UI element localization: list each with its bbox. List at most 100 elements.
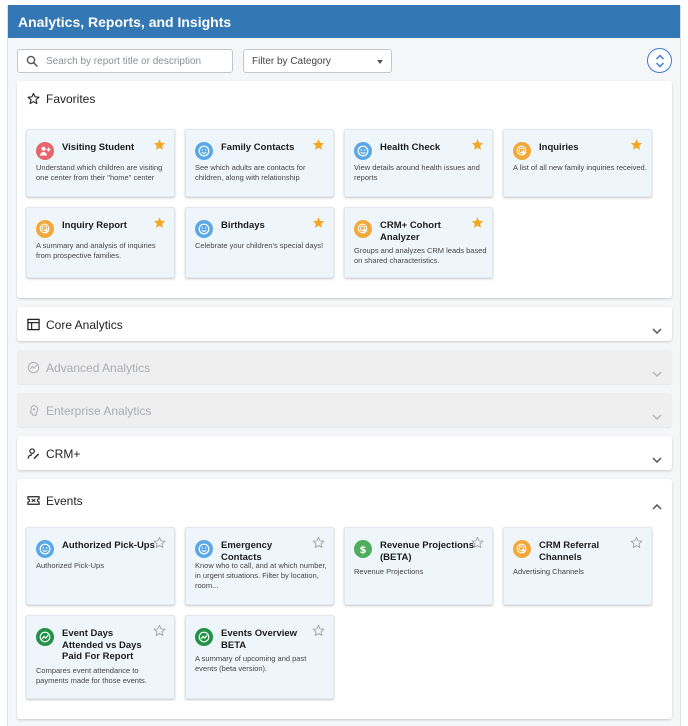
report-card-description: Understand which children are visiting o… <box>36 163 163 182</box>
smiley-icon <box>354 142 372 160</box>
smiley-icon <box>195 540 213 558</box>
report-card-description: Advertising Channels <box>513 567 584 576</box>
insights-icon <box>27 361 40 379</box>
smiley-icon <box>195 220 213 238</box>
pointer-icon <box>354 220 372 238</box>
report-card-events-overview-beta[interactable]: Events Overview BETA A summary of upcomin… <box>185 615 334 699</box>
category-filter-label: Filter by Category <box>252 56 331 67</box>
star-filled-icon[interactable] <box>153 138 166 156</box>
star-outline-icon[interactable] <box>153 536 166 554</box>
search-icon <box>26 54 38 72</box>
report-card-emergency-contacts[interactable]: Emergency Contacts Know who to call, and … <box>185 527 334 605</box>
events-title: Events <box>46 494 83 508</box>
star-filled-icon[interactable] <box>471 138 484 156</box>
star-filled-icon[interactable] <box>312 138 325 156</box>
chevron-up-icon[interactable] <box>652 497 662 515</box>
chevron-down-icon <box>652 407 662 425</box>
toolbar: Filter by Category <box>8 38 680 81</box>
star-filled-icon[interactable] <box>312 216 325 234</box>
crm-title: CRM+ <box>46 447 81 461</box>
svg-text:$: $ <box>360 545 367 555</box>
report-card-description: Groups and analyzes CRM leads based on s… <box>354 246 487 265</box>
advanced-analytics-title: Advanced Analytics <box>46 361 151 375</box>
report-card-title: Family Contacts <box>221 142 295 153</box>
star-outline-icon[interactable] <box>312 624 325 642</box>
table-icon <box>27 318 40 336</box>
enterprise-analytics-title: Enterprise Analytics <box>46 404 152 418</box>
search-input[interactable] <box>46 52 228 70</box>
report-card-title: CRM Referral Channels <box>539 540 600 563</box>
report-card-health-check[interactable]: Health Check View details around health i… <box>344 129 493 197</box>
report-card-description: View details around health issues and re… <box>354 163 480 182</box>
core-analytics-header[interactable]: Core Analytics <box>17 307 672 341</box>
core-analytics-panel[interactable]: Core Analytics <box>17 307 672 341</box>
person-edit-icon <box>27 447 40 465</box>
report-card-inquiry-report[interactable]: Inquiry Report A summary and analysis of … <box>26 207 175 278</box>
star-outline-icon[interactable] <box>630 536 643 554</box>
caret-down-icon <box>377 60 383 64</box>
events-panel: Events Authorized Pick-Ups Authorized Pic… <box>17 479 672 719</box>
report-card-title: Events Overview BETA <box>221 628 298 651</box>
smiley-icon <box>36 540 54 558</box>
favorites-title: Favorites <box>46 92 96 106</box>
add-person-icon <box>36 142 54 160</box>
category-filter[interactable]: Filter by Category <box>243 49 392 73</box>
star-outline-icon[interactable] <box>153 624 166 642</box>
star-outline-icon[interactable] <box>471 536 484 554</box>
page-title: Analytics, Reports, and Insights <box>8 5 680 38</box>
report-card-title: Inquiry Report <box>62 220 127 231</box>
star-filled-icon[interactable] <box>471 216 484 234</box>
search-box[interactable] <box>17 49 233 73</box>
core-analytics-title: Core Analytics <box>46 318 123 332</box>
report-card-description: A list of all new family inquiries recei… <box>513 163 647 172</box>
chevron-down-icon[interactable] <box>652 450 662 468</box>
report-card-description: Revenue Projections <box>354 567 424 576</box>
expand-collapse-all-button[interactable] <box>647 48 672 73</box>
report-card-title: Revenue Projections (BETA) <box>380 540 474 563</box>
report-card-revenue-projections-beta[interactable]: $ Revenue Projections (BETA) Revenue Proje… <box>344 527 493 605</box>
report-card-description: See which adults are contacts for childr… <box>195 163 306 182</box>
report-card-title: Emergency Contacts <box>221 540 273 563</box>
unfold-icon <box>655 54 665 68</box>
report-card-description: Know who to call, and at which number, i… <box>195 561 327 590</box>
pointer-icon <box>513 540 531 558</box>
star-filled-icon[interactable] <box>153 216 166 234</box>
report-card-title: Inquiries <box>539 142 579 153</box>
report-card-visiting-student[interactable]: Visiting Student Understand which childre… <box>26 129 175 197</box>
report-card-family-contacts[interactable]: Family Contacts See which adults are cont… <box>185 129 334 197</box>
report-card-title: Authorized Pick-Ups <box>62 540 155 551</box>
star-outline-icon <box>27 92 40 110</box>
pointer-icon <box>513 142 531 160</box>
dollar-icon: $ <box>354 540 372 558</box>
star-filled-icon[interactable] <box>630 138 643 156</box>
report-card-event-days-attended-vs-days-paid-for-report[interactable]: Event Days Attended vs Days Paid For Rep… <box>26 615 175 699</box>
trend-icon <box>195 628 213 646</box>
favorites-header[interactable]: Favorites <box>17 81 672 115</box>
report-card-description: A summary and analysis of inquiries from… <box>36 241 156 260</box>
report-card-title: Visiting Student <box>62 142 135 153</box>
enterprise-analytics-header: Enterprise Analytics <box>17 393 672 427</box>
report-card-crm-cohort-analyzer[interactable]: CRM+ Cohort Analyzer Groups and analyzes … <box>344 207 493 278</box>
app-window: Analytics, Reports, and Insights Filter … <box>7 5 681 726</box>
report-card-description: Authorized Pick-Ups <box>36 561 104 570</box>
star-outline-icon[interactable] <box>312 536 325 554</box>
smiley-icon <box>195 142 213 160</box>
trend-icon <box>36 628 54 646</box>
advanced-analytics-panel: Advanced Analytics <box>17 350 672 384</box>
report-card-authorized-pick-ups[interactable]: Authorized Pick-Ups Authorized Pick-Ups <box>26 527 175 605</box>
favorites-panel: Favorites Visiting Student Understand whi… <box>17 81 672 298</box>
enterprise-analytics-panel: Enterprise Analytics <box>17 393 672 427</box>
crm-header[interactable]: CRM+ <box>17 436 672 470</box>
pointer-icon <box>36 220 54 238</box>
events-header[interactable]: Events <box>17 479 672 523</box>
report-card-description: A summary of upcoming and past events (b… <box>195 654 307 673</box>
chevron-down-icon[interactable] <box>652 321 662 339</box>
report-card-crm-referral-channels[interactable]: CRM Referral Channels Advertising Channel… <box>503 527 652 605</box>
ticket-icon <box>27 494 40 512</box>
report-card-description: Compares event attendance to payments ma… <box>36 666 147 685</box>
report-card-title: Birthdays <box>221 220 265 231</box>
crm-panel[interactable]: CRM+ <box>17 436 672 470</box>
report-card-birthdays[interactable]: Birthdays Celebrate your children's speci… <box>185 207 334 278</box>
report-card-inquiries[interactable]: Inquiries A list of all new family inquir… <box>503 129 652 197</box>
lightbulb-head-icon <box>27 404 40 422</box>
